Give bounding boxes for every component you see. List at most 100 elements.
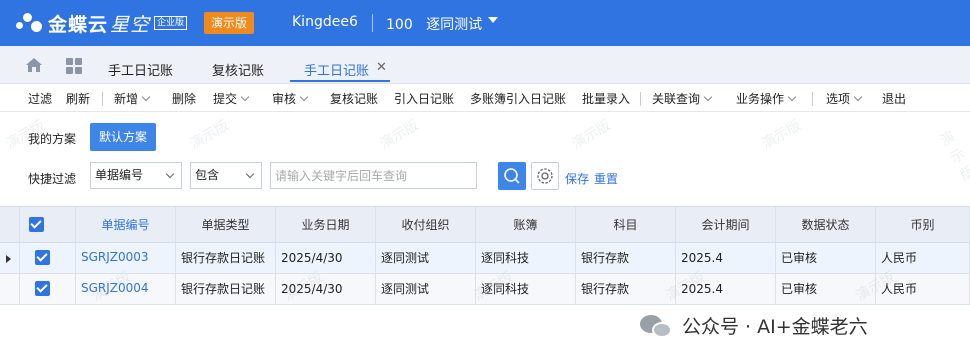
cell-currency: 人民币 <box>876 243 970 273</box>
cell-doc-number[interactable]: SGRJZ0003 <box>76 243 176 273</box>
table-row[interactable]: SGRJZ0003 银行存款日记账 2025/4/30 逐同测试 逐同科技 银行… <box>0 243 970 274</box>
demo-badge[interactable]: 演示版 <box>204 12 254 34</box>
watermark: 演示版 <box>187 117 232 153</box>
cell-currency: 人民币 <box>876 274 970 304</box>
active-tab-indicator <box>290 80 390 82</box>
row-checkbox[interactable] <box>35 250 50 265</box>
filter-operator-value: 包含 <box>195 168 220 182</box>
watermark: 演示版 <box>377 117 422 153</box>
table-row[interactable]: SGRJZ0004 银行存款日记账 2025/4/30 逐同测试 逐同科技 银行… <box>0 274 970 305</box>
table-header: 单据编号 单据类型 业务日期 收付组织 账簿 科目 会计期间 数据状态 币别 <box>0 206 970 243</box>
filter-operator-select[interactable]: 包含 <box>190 162 262 189</box>
options-menu[interactable]: 选项 <box>826 90 863 107</box>
close-icon[interactable]: ✕ <box>376 60 387 75</box>
save-link[interactable]: 保存 <box>565 170 589 187</box>
related-query-menu[interactable]: 关联查询 <box>652 90 713 107</box>
search-input[interactable] <box>270 162 477 189</box>
cell-payment-org: 逐同测试 <box>376 274 476 304</box>
chevron-down-icon <box>165 169 175 179</box>
toolbar-divider <box>102 92 103 106</box>
cell-doc-number[interactable]: SGRJZ0004 <box>76 274 176 304</box>
logo-icon <box>14 8 44 38</box>
cell-data-status: 已审核 <box>776 243 876 273</box>
row-select-cell[interactable] <box>20 274 76 304</box>
cell-accounting-period: 2025.4 <box>676 274 776 304</box>
filter-button[interactable]: 过滤 <box>28 90 52 107</box>
col-data-status[interactable]: 数据状态 <box>776 207 876 242</box>
select-all-checkbox[interactable] <box>29 217 44 232</box>
business-ops-menu[interactable]: 业务操作 <box>736 90 797 107</box>
search-button[interactable] <box>498 162 526 190</box>
footer-brand: 公众号 · AI+金蝶老六 <box>640 312 868 339</box>
col-business-date[interactable]: 业务日期 <box>276 207 376 242</box>
org-selector[interactable]: 100 逐同测试 <box>386 14 482 34</box>
batch-entry-button[interactable]: 批量录入 <box>582 90 630 107</box>
chevron-down-icon <box>141 92 151 102</box>
submit-menu[interactable]: 提交 <box>213 90 250 107</box>
toolbar-divider <box>640 92 641 106</box>
org-name: 逐同测试 <box>426 17 483 33</box>
chevron-down-icon <box>299 92 309 102</box>
watermark: 演示版 <box>759 117 804 153</box>
cell-business-date: 2025/4/30 <box>276 274 376 304</box>
row-select-cell[interactable] <box>20 243 76 273</box>
col-doc-number[interactable]: 单据编号 <box>76 207 176 242</box>
settings-button[interactable] <box>531 162 559 190</box>
reset-link[interactable]: 重置 <box>594 170 618 187</box>
tab-review-journal[interactable]: 复核记账 <box>212 60 264 79</box>
kingdee-logo[interactable]: 金蝶云 星空 企业版 <box>14 8 188 38</box>
import-journal-button[interactable]: 引入日记账 <box>394 90 454 107</box>
row-indicator-cell <box>0 274 20 304</box>
tenant-name[interactable]: Kingdee6 <box>292 14 358 30</box>
filter-field-select[interactable]: 单据编号 <box>90 162 182 189</box>
cell-doc-type: 银行存款日记账 <box>176 243 276 273</box>
chevron-down-icon <box>787 92 797 102</box>
chevron-down-icon <box>245 169 255 179</box>
submit-label: 提交 <box>213 92 238 106</box>
col-accounting-period[interactable]: 会计期间 <box>676 207 776 242</box>
chevron-down-icon <box>853 92 863 102</box>
watermark: 演示版 <box>569 117 614 153</box>
col-payment-org[interactable]: 收付组织 <box>376 207 476 242</box>
tab-manual-journal-active[interactable]: 手工日记账 <box>304 60 369 79</box>
search-icon <box>504 168 520 184</box>
cell-business-date: 2025/4/30 <box>276 243 376 273</box>
col-account-book[interactable]: 账簿 <box>476 207 576 242</box>
caret-down-icon[interactable] <box>488 17 498 23</box>
tab-bar: 手工日记账 复核记账 手工日记账 ✕ <box>0 46 970 84</box>
brand-sub: 星空 <box>110 13 151 36</box>
filter-field-value: 单据编号 <box>95 168 144 182</box>
current-row-indicator-icon <box>6 255 11 263</box>
edition-badge: 企业版 <box>154 16 188 30</box>
col-account-subject[interactable]: 科目 <box>576 207 676 242</box>
review-journal-button[interactable]: 复核记账 <box>330 90 378 107</box>
row-checkbox[interactable] <box>35 281 50 296</box>
default-scheme-button[interactable]: 默认方案 <box>90 123 156 151</box>
scheme-label: 我的方案 <box>28 132 77 146</box>
tab-manual-journal[interactable]: 手工日记账 <box>108 60 173 79</box>
col-doc-type[interactable]: 单据类型 <box>176 207 276 242</box>
audit-menu[interactable]: 审核 <box>272 90 309 107</box>
related-query-label: 关联查询 <box>652 92 701 106</box>
add-label: 新增 <box>114 92 139 106</box>
quick-filter-label: 快捷过滤 <box>28 172 77 186</box>
refresh-button[interactable]: 刷新 <box>66 90 90 107</box>
delete-button[interactable]: 删除 <box>172 90 196 107</box>
cell-account-subject: 银行存款 <box>576 243 676 273</box>
apps-grid-icon[interactable] <box>66 58 82 74</box>
header-select-cell[interactable] <box>20 207 76 242</box>
multi-book-import-button[interactable]: 多账簿引入日记账 <box>470 90 566 107</box>
brand-name: 金蝶云 <box>48 13 109 36</box>
cell-payment-org: 逐同测试 <box>376 243 476 273</box>
exit-button[interactable]: 退出 <box>882 90 906 107</box>
cell-data-status: 已审核 <box>776 274 876 304</box>
home-icon[interactable] <box>26 58 42 72</box>
col-currency[interactable]: 币别 <box>876 207 970 242</box>
header-divider <box>372 14 373 32</box>
wechat-icon <box>640 313 674 339</box>
options-label: 选项 <box>826 92 851 106</box>
toolbar-divider <box>812 92 813 106</box>
cell-account-book: 逐同科技 <box>476 274 576 304</box>
add-menu[interactable]: 新增 <box>114 90 151 107</box>
footer-brand-text: 公众号 · AI+金蝶老六 <box>682 316 868 338</box>
